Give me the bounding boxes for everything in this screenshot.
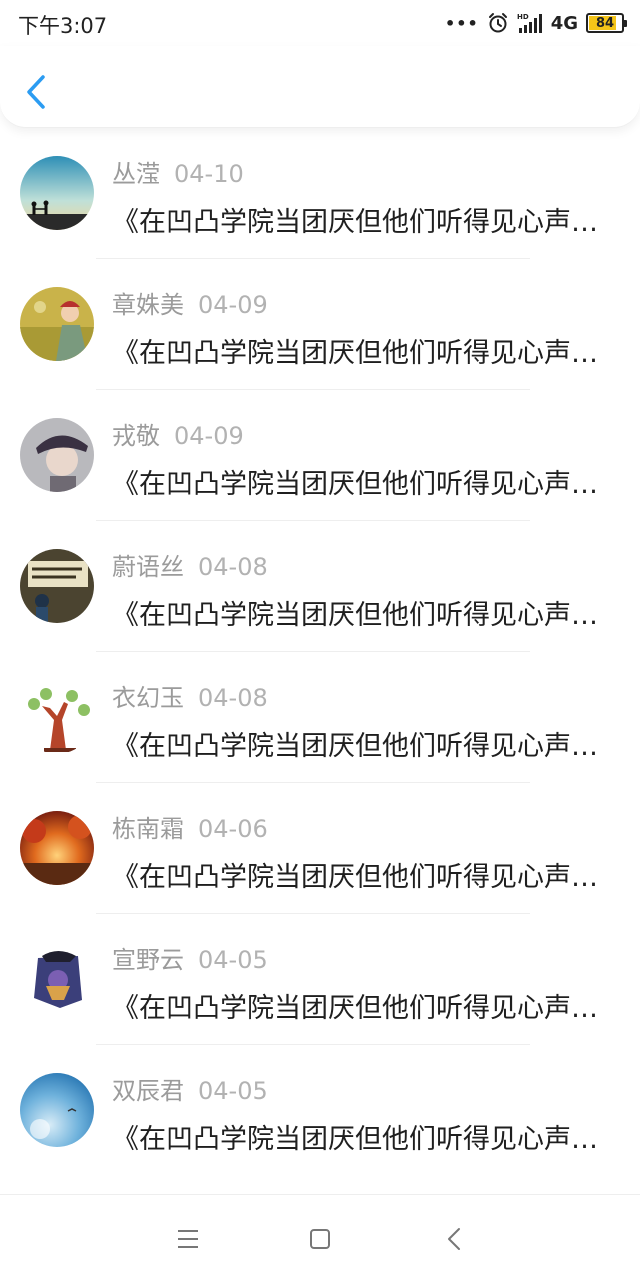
list-item[interactable]: 衣幻玉 04-08 《在凹凸学院当团厌但他们听得见心声》更新	[0, 652, 640, 783]
system-nav-bar	[0, 1194, 640, 1280]
sender-name: 栋南霜	[112, 815, 184, 843]
status-time: 下午3:07	[18, 14, 108, 38]
message-preview: 《在凹凸学院当团厌但他们听得见心声》更新	[112, 731, 612, 762]
avatar[interactable]	[20, 156, 94, 230]
signal-icon: HD	[517, 12, 543, 34]
sender-line: 衣幻玉 04-08	[112, 678, 268, 713]
battery-level: 84	[595, 15, 615, 31]
svg-text:HD: HD	[517, 13, 529, 21]
message-date: 04-10	[174, 160, 244, 188]
back-button[interactable]	[18, 70, 54, 114]
sender-line: 双辰君 04-05	[112, 1071, 268, 1106]
sender-name: 章姝美	[112, 291, 184, 319]
battery-icon: 84	[586, 13, 627, 33]
status-icons: ••• HD 4G 84	[445, 10, 627, 36]
status-bar: 下午3:07 ••• HD 4G 84	[0, 0, 640, 46]
list-item[interactable]: 宣野云 04-05 《在凹凸学院当团厌但他们听得见心声》更新	[0, 914, 640, 1045]
message-date: 04-05	[198, 1077, 268, 1105]
message-preview: 《在凹凸学院当团厌但他们听得见心声》更新	[112, 338, 612, 369]
network-type: 4G	[550, 12, 578, 34]
avatar[interactable]	[20, 680, 94, 754]
list-item[interactable]: 栋南霜 04-06 《在凹凸学院当团厌但他们听得见心声》更新	[0, 783, 640, 914]
message-date: 04-09	[174, 422, 244, 450]
message-preview: 《在凹凸学院当团厌但他们听得见心声》更新	[112, 993, 612, 1024]
avatar[interactable]	[20, 418, 94, 492]
home-square-icon	[310, 1229, 330, 1249]
sender-name: 宣野云	[112, 946, 184, 974]
message-date: 04-05	[198, 946, 268, 974]
sender-name: 双辰君	[112, 1077, 184, 1105]
sender-name: 丛滢	[112, 160, 160, 188]
message-preview: 《在凹凸学院当团厌但他们听得见心声》更新	[112, 600, 612, 631]
sender-line: 宣野云 04-05	[112, 940, 268, 975]
recent-apps-button[interactable]	[168, 1223, 208, 1255]
list-item[interactable]: 丛滢 04-10 《在凹凸学院当团厌但他们听得见心声》更新	[0, 128, 640, 259]
more-dots: •••	[445, 13, 479, 33]
message-date: 04-08	[198, 553, 268, 581]
sender-line: 章姝美 04-09	[112, 285, 268, 320]
sender-name: 蔚语丝	[112, 553, 184, 581]
sender-name: 衣幻玉	[112, 684, 184, 712]
list-item[interactable]: 蔚语丝 04-08 《在凹凸学院当团厌但他们听得见心声》更新	[0, 521, 640, 652]
avatar[interactable]	[20, 287, 94, 361]
chevron-left-icon	[27, 75, 45, 109]
menu-icon	[178, 1230, 198, 1248]
alarm-icon	[487, 12, 509, 34]
message-preview: 《在凹凸学院当团厌但他们听得见心声》更新	[112, 207, 612, 238]
back-triangle-icon	[448, 1228, 460, 1250]
message-preview: 《在凹凸学院当团厌但他们听得见心声》更新	[112, 469, 612, 500]
message-date: 04-09	[198, 291, 268, 319]
avatar[interactable]	[20, 1073, 94, 1147]
list-item[interactable]: 戎敬 04-09 《在凹凸学院当团厌但他们听得见心声》更新	[0, 390, 640, 521]
sender-line: 丛滢 04-10	[112, 154, 244, 189]
sender-name: 戎敬	[112, 422, 160, 450]
home-button[interactable]	[300, 1223, 340, 1255]
avatar[interactable]	[20, 811, 94, 885]
message-list: 丛滢 04-10 《在凹凸学院当团厌但他们听得见心声》更新 章姝美 04-09 《在…	[0, 128, 640, 1176]
avatar[interactable]	[20, 549, 94, 623]
sender-line: 蔚语丝 04-08	[112, 547, 268, 582]
message-date: 04-06	[198, 815, 268, 843]
list-item[interactable]: 双辰君 04-05 《在凹凸学院当团厌但他们听得见心声》更新	[0, 1045, 640, 1176]
avatar[interactable]	[20, 942, 94, 1016]
top-header	[0, 46, 640, 128]
list-item[interactable]: 章姝美 04-09 《在凹凸学院当团厌但他们听得见心声》更新	[0, 259, 640, 390]
message-preview: 《在凹凸学院当团厌但他们听得见心声》更新	[112, 1124, 612, 1155]
message-preview: 《在凹凸学院当团厌但他们听得见心声》更新	[112, 862, 612, 893]
nav-back-button[interactable]	[434, 1223, 474, 1255]
sender-line: 栋南霜 04-06	[112, 809, 268, 844]
message-date: 04-08	[198, 684, 268, 712]
sender-line: 戎敬 04-09	[112, 416, 244, 451]
